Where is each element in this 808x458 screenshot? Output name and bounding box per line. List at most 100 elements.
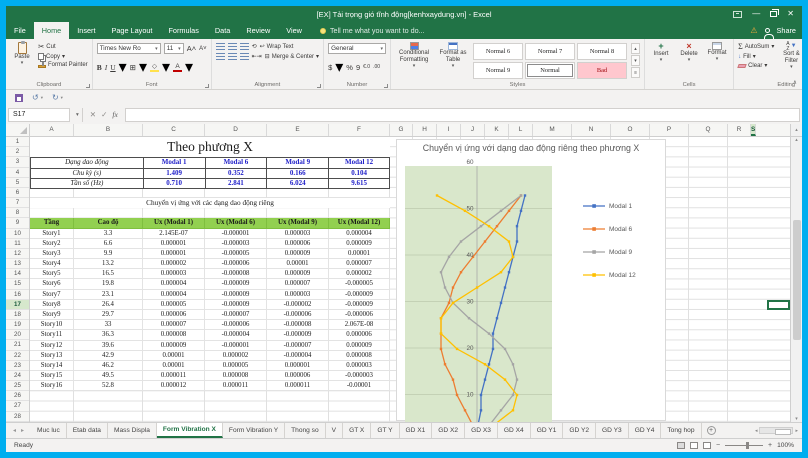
select-all-corner[interactable] (6, 124, 30, 136)
cell[interactable]: -0.000007 (267, 341, 329, 351)
close-button[interactable]: ✕ (787, 6, 794, 22)
cell[interactable]: 0.000011 (205, 381, 267, 391)
column-header-cell[interactable]: Ux (Modal 9) (267, 218, 329, 228)
row-header-15[interactable]: 15 (6, 279, 29, 289)
sheet-tab-gd-x4[interactable]: GD X4 (498, 423, 531, 438)
cell[interactable]: -0.000005 (205, 249, 267, 259)
paste-button[interactable]: Paste▾ (10, 41, 34, 68)
gallery-up-button[interactable]: ▴ (631, 43, 640, 54)
cell[interactable]: 0.00001 (329, 249, 390, 259)
column-header-cell[interactable]: Tầng (30, 218, 74, 228)
col-header-m[interactable]: M (533, 124, 572, 136)
format-as-table-button[interactable]: Format as Table▾ (437, 41, 469, 71)
vertical-scrollbar[interactable]: ▴ ▾ (790, 137, 802, 422)
col-header-q[interactable]: Q (689, 124, 728, 136)
number-dialog-launcher[interactable] (384, 84, 388, 88)
percent-button[interactable]: % (346, 63, 353, 72)
cell[interactable]: 0.000001 (143, 239, 205, 249)
shrink-font-button[interactable]: A˅ (199, 46, 207, 52)
tell-me-box[interactable]: Tell me what you want to do... (320, 22, 425, 39)
zoom-out-button[interactable]: − (716, 442, 720, 449)
ribbon-tab-data[interactable]: Data (207, 22, 238, 39)
cell[interactable]: 0.000001 (267, 361, 329, 371)
row-header-13[interactable]: 13 (6, 259, 29, 269)
font-color-button[interactable]: A (173, 63, 182, 72)
cell[interactable]: Story8 (30, 300, 74, 310)
cell[interactable]: Modal 1 (144, 158, 206, 168)
cell[interactable]: 0.000012 (143, 381, 205, 391)
conditional-formatting-button[interactable]: Conditional Formatting▾ (395, 41, 433, 71)
underline-button[interactable]: U (110, 63, 115, 72)
cell[interactable]: Tần số (Hz) (31, 179, 144, 189)
alignment-dialog-launcher[interactable] (317, 84, 321, 88)
cell[interactable]: -0.000009 (329, 290, 390, 300)
cell[interactable]: 0.000002 (329, 269, 390, 279)
align-left-icon[interactable] (216, 53, 225, 60)
sheet-title-cell[interactable]: Theo phương X (30, 137, 390, 157)
formula-input[interactable] (125, 108, 800, 122)
font-name-combo[interactable]: Times New Ro▾ (97, 43, 161, 54)
hscroll-track[interactable] (759, 427, 793, 434)
cell[interactable]: -0.000006 (329, 310, 390, 320)
row-header-20[interactable]: 20 (6, 330, 29, 340)
gallery-more-button[interactable]: ≡ (631, 67, 640, 78)
insert-function-icon[interactable]: fx (112, 110, 117, 119)
cell[interactable]: 0.000006 (329, 330, 390, 340)
sheet-tab-gt-x[interactable]: GT X (343, 423, 371, 438)
row-header-14[interactable]: 14 (6, 269, 29, 279)
row-header-17[interactable]: 17 (6, 300, 29, 310)
autosum-button[interactable]: ΣAutoSum ▾ (738, 42, 774, 51)
bold-button[interactable]: B (97, 63, 102, 72)
cell[interactable]: 0.000007 (329, 259, 390, 269)
warning-icon[interactable]: ⚠ (750, 26, 757, 35)
cell[interactable]: 52.8 (74, 381, 143, 391)
cell[interactable]: -0.000008 (267, 320, 329, 330)
cell[interactable]: Modal 9 (267, 158, 329, 168)
sheet-tab-form-vibration-y[interactable]: Form Vibration Y (223, 423, 285, 438)
style-normal-7[interactable]: Normal 7 (525, 43, 575, 60)
cell[interactable]: 0.000007 (143, 320, 205, 330)
grow-font-button[interactable]: A˄ (187, 44, 196, 53)
normal-view-icon[interactable] (677, 442, 685, 449)
align-right-icon[interactable] (240, 53, 249, 60)
sheet-tab-mass-displa[interactable]: Mass Displa (108, 423, 157, 438)
cell[interactable]: 2.841 (206, 179, 268, 189)
sheet-tab-thong-so[interactable]: Thong so (285, 423, 326, 438)
ribbon-tab-view[interactable]: View (278, 22, 310, 39)
col-header-b[interactable]: B (74, 124, 143, 136)
cell[interactable]: 0.00001 (267, 259, 329, 269)
cell[interactable]: 0.000009 (143, 341, 205, 351)
sheet-tab-v[interactable]: V (326, 423, 343, 438)
cell[interactable]: -0.000003 (329, 371, 390, 381)
cell[interactable]: -0.00001 (329, 381, 390, 391)
cell[interactable]: Story6 (30, 279, 74, 289)
cell[interactable]: 0.000003 (329, 361, 390, 371)
name-box-dropdown[interactable]: ▾ (73, 108, 83, 122)
cell[interactable]: 36.3 (74, 330, 143, 340)
cells-insert-button[interactable]: +Insert▾ (649, 41, 673, 65)
cell[interactable]: 23.1 (74, 290, 143, 300)
cell[interactable]: 2.145E-07 (143, 229, 205, 239)
sheet-tab-muc-luc[interactable]: Muc luc (31, 423, 67, 438)
row-header-9[interactable]: 9 (6, 218, 29, 228)
cut-button[interactable]: ✂Cut (38, 42, 88, 51)
row-header-10[interactable]: 10 (6, 229, 29, 239)
cell[interactable]: 0.000007 (267, 279, 329, 289)
cell[interactable]: 0.000004 (143, 290, 205, 300)
modal-summary-table[interactable]: Dạng dao độngModal 1Modal 6Modal 9Modal … (30, 157, 390, 189)
column-header-cell[interactable]: Ux (Modal 6) (205, 218, 267, 228)
cell[interactable]: 46.2 (74, 361, 143, 371)
cell[interactable]: 0.00001 (143, 361, 205, 371)
cell[interactable]: Story7 (30, 290, 74, 300)
cell[interactable]: 0.000009 (267, 249, 329, 259)
cell[interactable]: 6.024 (267, 179, 329, 189)
cell[interactable]: 0.000009 (329, 239, 390, 249)
cell[interactable]: 0.000009 (329, 341, 390, 351)
hscroll-left-icon[interactable]: ◂ (755, 428, 758, 434)
col-header-o[interactable]: O (611, 124, 650, 136)
cell[interactable]: -0.000008 (205, 269, 267, 279)
cell[interactable]: 1.409 (144, 169, 206, 179)
undo-icon[interactable]: ↺ (32, 90, 39, 105)
sheet-tab-gt-y[interactable]: GT Y (371, 423, 399, 438)
fill-color-button[interactable]: ◇ (150, 63, 159, 72)
